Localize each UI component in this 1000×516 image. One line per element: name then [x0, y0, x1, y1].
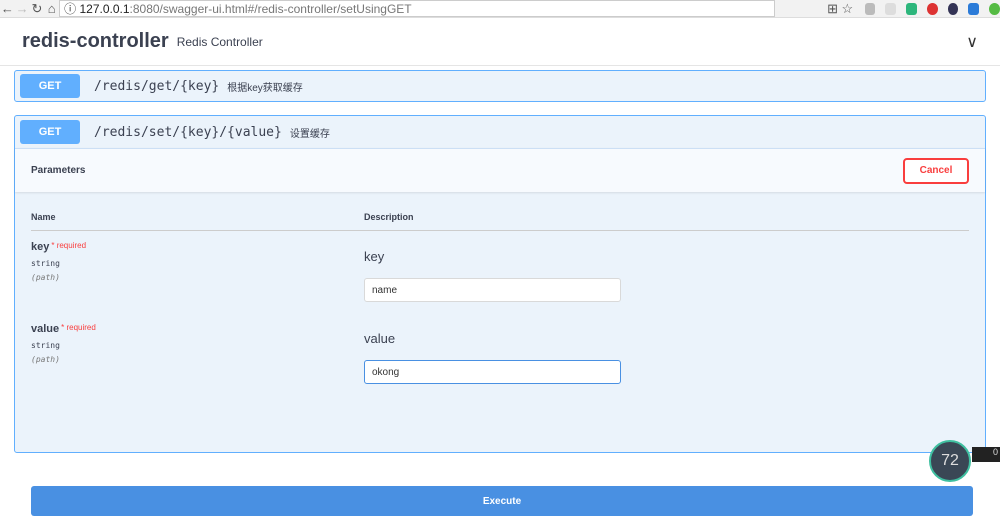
- param-in: (path): [31, 355, 60, 364]
- back-icon[interactable]: ←: [0, 1, 15, 16]
- e-extension-icon[interactable]: [947, 2, 959, 15]
- param-name: value: [31, 323, 60, 335]
- param-type: string: [31, 341, 60, 350]
- info-icon: ⓘ: [64, 2, 80, 16]
- controller-description: Redis Controller: [176, 34, 263, 49]
- method-badge: GET: [20, 74, 80, 98]
- param-type: string: [31, 259, 60, 268]
- y-extension-icon[interactable]: [989, 2, 1000, 15]
- controller-title: redis-controller: [22, 30, 169, 52]
- performance-gauge: 72: [929, 440, 971, 482]
- cancel-button[interactable]: Cancel: [903, 157, 969, 184]
- url-path: :8080/swagger-ui.html#/redis-controller/…: [129, 1, 412, 16]
- terminal-extension-icon[interactable]: [906, 2, 917, 15]
- w-extension-icon[interactable]: [968, 2, 980, 15]
- operation-header[interactable]: GET /redis/set/{key}/{value} 设置缓存: [15, 116, 985, 148]
- param-description: value: [364, 331, 396, 346]
- home-icon[interactable]: ⌂: [44, 1, 59, 16]
- param-description: key: [364, 249, 385, 264]
- network-meter: 0: [972, 447, 1000, 462]
- controller-header[interactable]: redis-controller Redis Controller ∨: [0, 18, 1000, 66]
- execute-button[interactable]: Execute: [31, 486, 973, 516]
- required-label: * required: [51, 241, 87, 250]
- cursor-extension-icon[interactable]: [885, 2, 897, 15]
- star-icon[interactable]: ☆: [840, 1, 855, 17]
- param-in: (path): [31, 273, 60, 282]
- operation-get-key[interactable]: GET /redis/get/{key} 根据key获取缓存: [14, 70, 986, 102]
- parameters-title: Parameters: [31, 165, 86, 176]
- parameter-row-key: key * required string (path) key name: [31, 241, 969, 313]
- method-badge: GET: [20, 120, 80, 144]
- chevron-down-icon[interactable]: ∨: [966, 32, 978, 52]
- parameter-row-value: value * required string (path) value okon…: [31, 323, 969, 395]
- operation-path: /redis/set/{key}/{value}: [94, 124, 282, 140]
- parameters-body: Name Description key * required string (pa…: [15, 192, 985, 516]
- adblock-extension-icon[interactable]: [926, 2, 938, 15]
- column-description: Description: [364, 212, 414, 222]
- url-host: 127.0.0.1: [79, 1, 130, 16]
- reload-icon[interactable]: ↻: [30, 1, 45, 17]
- address-bar[interactable]: ⓘ 127.0.0.1:8080/swagger-ui.html#/redis-…: [59, 0, 776, 17]
- column-name: Name: [31, 212, 56, 222]
- operation-set-key-value: GET /redis/set/{key}/{value} 设置缓存 Parame…: [14, 115, 986, 516]
- parameters-header: Parameters Cancel: [15, 148, 985, 192]
- operation-summary: 设置缓存: [289, 128, 330, 140]
- forward-icon[interactable]: →: [15, 1, 30, 16]
- parameters-columns: Name Description: [31, 208, 969, 231]
- browser-toolbar: ← → ↻ ⌂ ⓘ 127.0.0.1:8080/swagger-ui.html…: [0, 0, 1000, 18]
- operation-path: /redis/get/{key}: [94, 78, 220, 94]
- translate-icon[interactable]: ⊞: [825, 1, 840, 17]
- value-input[interactable]: okong: [364, 360, 621, 384]
- operation-summary: 根据key获取缓存: [227, 82, 303, 94]
- key-input[interactable]: name: [364, 278, 621, 302]
- required-label: * required: [61, 323, 96, 332]
- extension-icon[interactable]: [864, 2, 876, 15]
- param-name: key: [31, 241, 50, 253]
